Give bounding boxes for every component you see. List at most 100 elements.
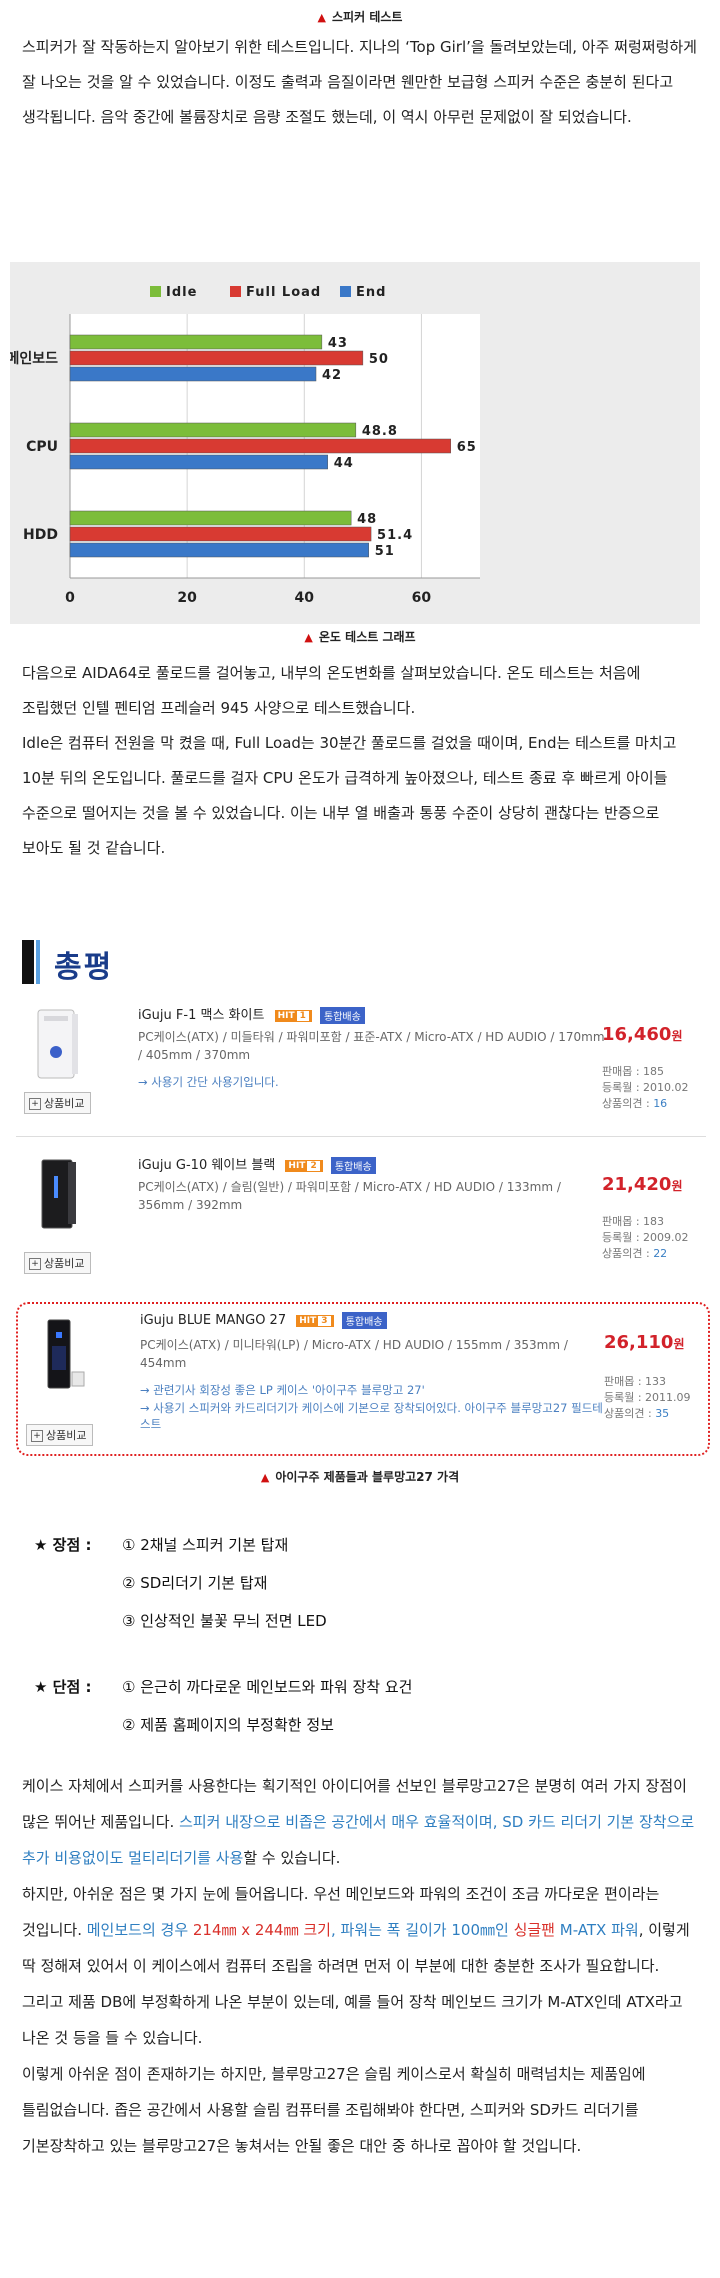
pros-label: ★ 장점 : — [34, 1536, 92, 1554]
product-price[interactable]: 26,110원 — [604, 1332, 685, 1353]
delivery-badge: 통합배송 — [330, 1157, 376, 1174]
caption-marker-icon: ▲ — [260, 1471, 270, 1484]
caption-text: 온도 테스트 그래프 — [318, 630, 416, 644]
bar — [69, 438, 451, 454]
chart-caption: ▲ 온도 테스트 그래프 — [0, 628, 720, 645]
speaker-test-section: 스피커가 잘 작동하는지 알아보기 위한 테스트입니다. 지나의 ‘Top Gi… — [0, 30, 720, 135]
bar — [69, 510, 352, 526]
product-divider — [16, 1136, 706, 1137]
caption-text: 스피커 테스트 — [332, 10, 403, 24]
legend-label: Full Load — [246, 285, 321, 300]
white-case-thumbnail[interactable] — [28, 1006, 86, 1082]
bar — [69, 542, 369, 558]
conclusion-paragraph-1: 케이스 자체에서 스피커를 사용한다는 획기적인 아이디어를 선보인 블루망고2… — [22, 1777, 695, 1867]
product-meta: 판매몹 : 183 등록월 : 2009.02 상품의견 : 22 — [602, 1215, 689, 1260]
x-tick-label: 40 — [295, 590, 315, 606]
data-label: 44 — [334, 456, 354, 471]
data-label: 42 — [322, 368, 342, 383]
temperature-paragraph-2: Idle은 컴퓨터 전원을 막 켰을 때, Full Load는 30분간 풀로… — [22, 734, 677, 857]
data-label: 48.8 — [362, 424, 398, 439]
blue-mango-thumbnail[interactable] — [30, 1316, 88, 1392]
product-name-link[interactable]: iGuju F-1 맥스 화이트 — [138, 1008, 264, 1023]
review-accent-icon — [36, 940, 40, 984]
product-card: + 상품비교 iGuju G-10 웨이브 블랙 HIT 2 통합배송 PC케이스(… — [16, 1144, 706, 1274]
caption-marker-icon: ▲ — [317, 11, 327, 24]
product-price[interactable]: 21,420원 — [602, 1174, 683, 1195]
temperature-chart: 0 20 40 60 Idle Full Load End 메인보드 43 50 42 CPU 48.8… — [6, 262, 700, 624]
con-item: ② 제품 홈페이지의 부정확한 정보 — [122, 1716, 334, 1734]
temperature-test-section: 다음으로 AIDA64로 풀로드를 걸어놓고, 내부의 온도변화를 살펴보았습니… — [0, 656, 720, 866]
product-spec: PC케이스(ATX) / 미들타워 / 파워미포함 / 표준-ATX / Mic… — [138, 1030, 605, 1062]
category-label: HDD — [23, 527, 58, 543]
category-label: CPU — [26, 439, 58, 455]
temperature-chart-svg: 0 20 40 60 Idle Full Load End 메인보드 43 50 42 CPU 48.8… — [6, 285, 480, 606]
plus-icon: + — [31, 1430, 43, 1442]
bar — [69, 350, 364, 366]
product-name-row: iGuju BLUE MANGO 27 HIT 3 통합배송 — [140, 1312, 387, 1329]
review-link[interactable]: → 사용기 간단 사용기입니다. — [138, 1074, 608, 1090]
product-spec: PC케이스(ATX) / 미니타워(LP) / Micro-ATX / HD A… — [140, 1338, 568, 1370]
data-label: 51 — [375, 544, 395, 559]
speaker-test-paragraph: 스피커가 잘 작동하는지 알아보기 위한 테스트입니다. 지나의 ‘Top Gi… — [22, 38, 697, 126]
legend-label: Idle — [166, 285, 197, 300]
bar — [69, 454, 328, 470]
cons-label: ★ 단점 : — [34, 1678, 92, 1696]
data-label: 51.4 — [377, 528, 413, 543]
speaker-test-caption: ▲ 스피커 테스트 — [0, 8, 720, 25]
bar — [69, 526, 372, 542]
x-tick-label: 0 — [65, 590, 75, 606]
caption-marker-icon: ▲ — [304, 631, 313, 644]
data-label: 43 — [328, 336, 348, 351]
bar — [69, 366, 317, 382]
product-spec: PC케이스(ATX) / 슬림(일반) / 파워미포함 / Micro-ATX … — [138, 1180, 561, 1212]
x-tick-label: 60 — [412, 590, 432, 606]
data-label: 50 — [369, 352, 389, 367]
product-price[interactable]: 16,460원 — [602, 1024, 683, 1045]
hit-badge: HIT 2 — [285, 1159, 323, 1172]
category-label: 메인보드 — [10, 350, 58, 367]
review-header: 총평 — [0, 936, 720, 990]
highlighted-product-card: + 상품비교 iGuju BLUE MANGO 27 HIT 3 통합배송 PC케이… — [16, 1302, 710, 1456]
hit-badge: HIT 1 — [274, 1009, 312, 1022]
x-tick-label: 20 — [177, 590, 197, 606]
review-link[interactable]: → 사용기 스피커와 카드리더기가 케이스에 기본으로 장착되어있다. 아이구주… — [140, 1400, 610, 1432]
pro-item: ② SD리더기 기본 탑재 — [122, 1574, 268, 1592]
plus-icon: + — [29, 1098, 41, 1110]
bar — [69, 334, 323, 350]
opinion-count[interactable]: 35 — [655, 1407, 669, 1420]
pro-item: ① 2채널 스피커 기본 탑재 — [122, 1536, 289, 1554]
product-name-link[interactable]: iGuju G-10 웨이브 블랙 — [138, 1158, 275, 1173]
con-item: ① 은근히 까다로운 메인보드와 파워 장착 요건 — [122, 1678, 413, 1696]
legend-swatch — [150, 286, 161, 297]
compare-button[interactable]: + 상품비교 — [26, 1424, 94, 1446]
product-card: + 상품비교 iGuju F-1 맥스 화이트 HIT 1 통합배송 PC케이스(A… — [16, 994, 706, 1124]
compare-button[interactable]: + 상품비교 — [24, 1252, 92, 1274]
delivery-badge: 통합배송 — [341, 1312, 387, 1329]
product-name-row: iGuju G-10 웨이브 블랙 HIT 2 통합배송 — [138, 1154, 376, 1174]
product-name-row: iGuju F-1 맥스 화이트 HIT 1 통합배송 — [138, 1004, 365, 1024]
review-title: 총평 — [54, 950, 114, 985]
legend-swatch — [340, 286, 351, 297]
opinion-count[interactable]: 16 — [653, 1097, 667, 1110]
product-meta: 판매몹 : 133 등록월 : 2011.09 상품의견 : 35 — [604, 1375, 691, 1420]
temperature-paragraph-1: 다음으로 AIDA64로 풀로드를 걸어놓고, 내부의 온도변화를 살펴보았습니… — [22, 664, 641, 717]
review-bar-icon — [22, 940, 34, 984]
opinion-count[interactable]: 22 — [653, 1247, 667, 1260]
delivery-badge: 통합배송 — [320, 1007, 365, 1024]
product-name-link[interactable]: iGuju BLUE MANGO 27 — [140, 1313, 286, 1328]
pro-item: ③ 인상적인 불꽃 무늬 전면 LED — [122, 1612, 327, 1630]
legend-label: End — [356, 285, 386, 300]
legend-swatch — [230, 286, 241, 297]
bar — [69, 422, 357, 438]
hit-badge: HIT 3 — [296, 1314, 334, 1327]
news-link[interactable]: → 관련기사 회장성 좋은 LP 케이스 '아이구주 블루망고 27' — [140, 1382, 610, 1398]
conclusion-paragraph-3: 이렇게 아쉬운 점이 존재하기는 하지만, 블루망고27은 슬림 케이스로서 확… — [22, 2065, 646, 2155]
plus-icon: + — [29, 1258, 41, 1270]
products-caption: ▲ 아이구주 제품들과 블루망고27 가격 — [0, 1468, 720, 1485]
compare-button[interactable]: + 상품비교 — [24, 1092, 92, 1114]
conclusion-paragraph-2: 하지만, 아쉬운 점은 몇 가지 눈에 들어옵니다. 우선 메인보드와 파워의 … — [22, 1885, 690, 2047]
data-label: 65 — [457, 440, 477, 455]
conclusion-section: 케이스 자체에서 스피커를 사용한다는 획기적인 아이디어를 선보인 블루망고2… — [0, 1768, 720, 2164]
black-case-thumbnail[interactable] — [28, 1156, 86, 1232]
data-label: 48 — [357, 512, 377, 527]
